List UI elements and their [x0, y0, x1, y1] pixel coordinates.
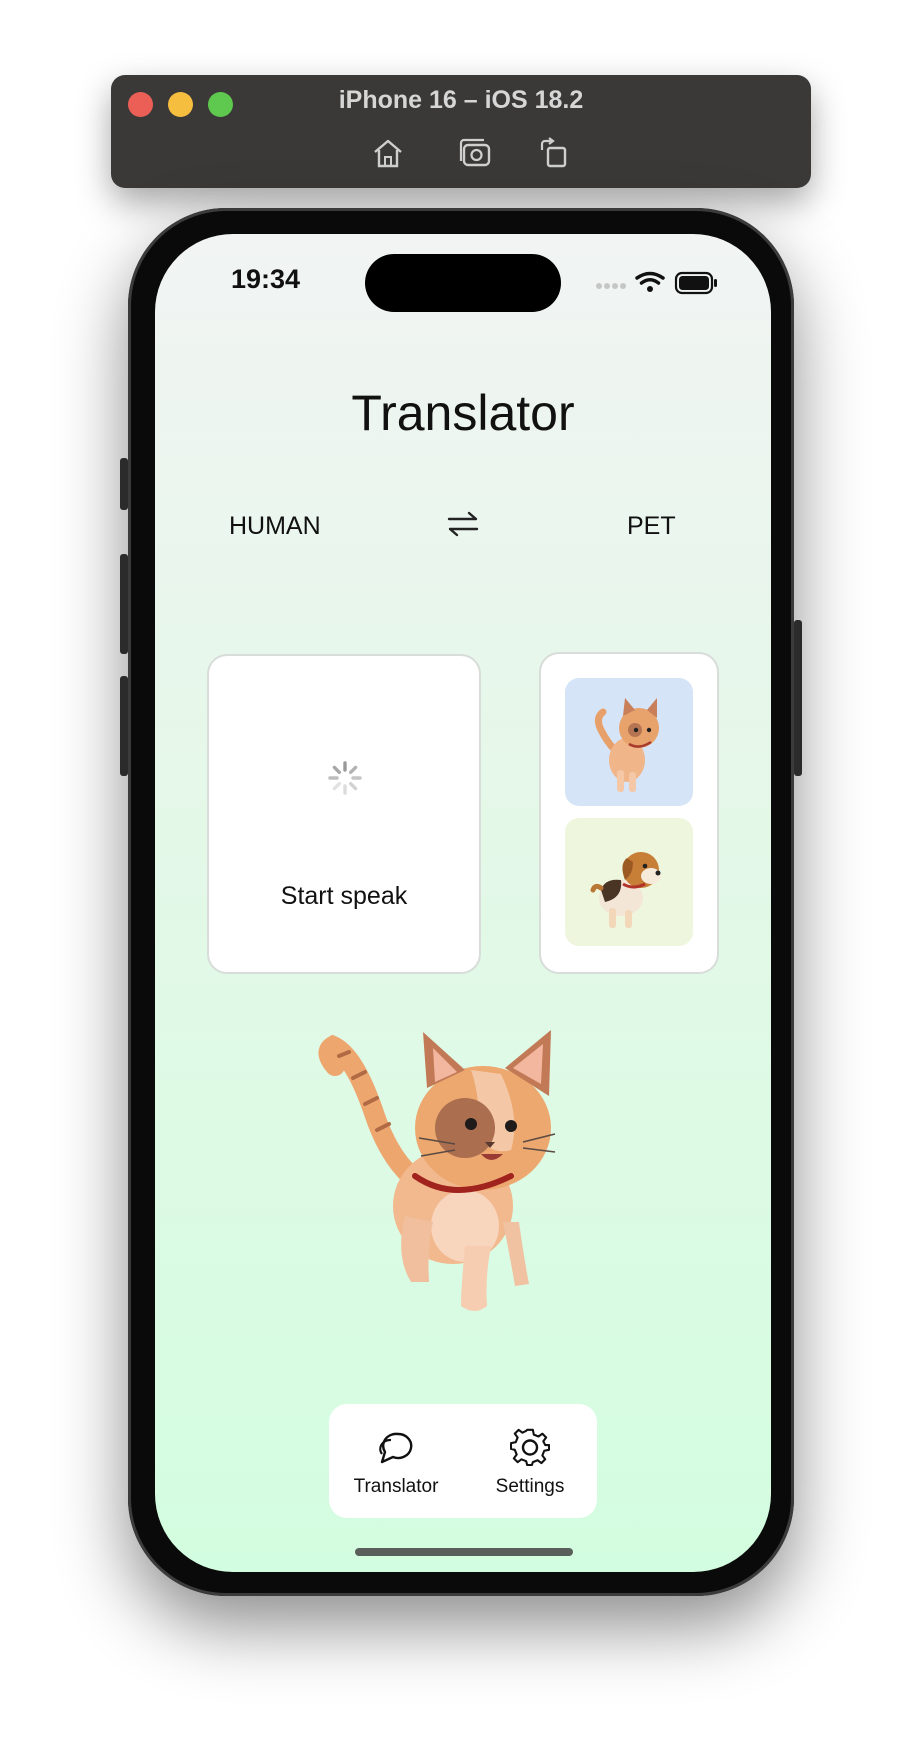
power-button [794, 620, 802, 776]
swap-languages-icon[interactable] [445, 506, 481, 542]
action-button [120, 458, 128, 510]
rotate-icon[interactable] [538, 136, 572, 170]
source-language-label[interactable]: HUMAN [229, 512, 321, 541]
loading-spinner-icon [328, 761, 362, 795]
tab-translator[interactable]: Translator [329, 1404, 463, 1518]
signal-icon [596, 283, 626, 289]
tab-settings-label: Settings [495, 1476, 565, 1497]
chat-bubbles-icon [379, 1432, 413, 1464]
home-icon[interactable] [371, 136, 405, 170]
cat-thumbnail-icon [594, 698, 659, 792]
wifi-icon [635, 271, 665, 292]
pet-selector-card [539, 652, 719, 974]
pet-option-cat[interactable] [565, 678, 693, 806]
home-indicator[interactable] [355, 1548, 573, 1556]
app-screen: 19:34 Translator HUMAN PET Start speak T… [155, 234, 771, 1572]
pet-option-dog[interactable] [565, 818, 693, 946]
simulator-window: iPhone 16 – iOS 18.2 19:34 Translator HU… [0, 0, 924, 1746]
page-title: Translator [351, 385, 575, 441]
volume-up-button [120, 554, 128, 654]
battery-icon [674, 271, 717, 295]
start-speak-card[interactable]: Start speak [207, 654, 481, 974]
simulator-title: iPhone 16 – iOS 18.2 [338, 86, 584, 114]
screenshot-icon[interactable] [458, 136, 492, 170]
tab-settings[interactable]: Settings [463, 1404, 597, 1518]
cat-character-image [318, 1030, 556, 1311]
gear-icon [510, 1428, 550, 1467]
status-icons [596, 271, 717, 295]
dog-thumbnail-icon [590, 852, 661, 928]
dynamic-island [365, 254, 561, 312]
tab-bar: Translator Settings [329, 1404, 597, 1518]
start-speak-label: Start speak [280, 882, 408, 910]
volume-down-button [120, 676, 128, 776]
tab-translator-label: Translator [353, 1476, 439, 1497]
target-language-label[interactable]: PET [627, 512, 676, 541]
status-time: 19:34 [231, 264, 301, 294]
